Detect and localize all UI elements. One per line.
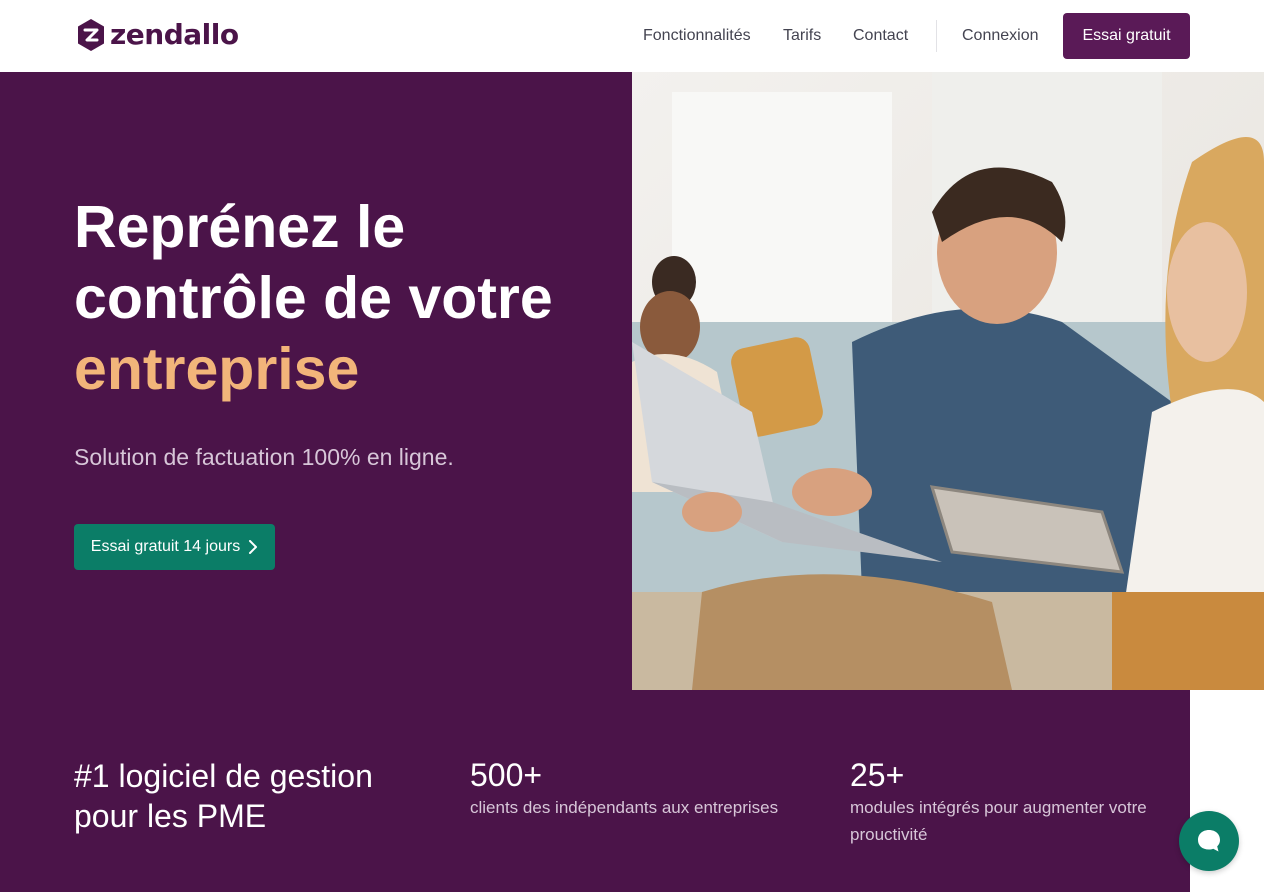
- stats-lead: #1 logiciel de gestion pour les PME: [74, 758, 373, 834]
- stats-section: #1 logiciel de gestion pour les PME 500+…: [0, 690, 1190, 892]
- site-header: zendallo Fonctionnalités Tarifs Contact …: [0, 0, 1264, 72]
- login-link[interactable]: Connexion: [962, 27, 1039, 45]
- hero-title-line-1: Reprénez le: [74, 194, 406, 260]
- nav-divider: [936, 20, 937, 52]
- hero-title-line-2: contrôle de votre: [74, 265, 553, 331]
- hero-photo: [632, 72, 1264, 690]
- hero-section: Reprénez le contrôle de votre entreprise…: [0, 72, 632, 690]
- nav-link-fonctionnalites[interactable]: Fonctionnalités: [643, 27, 751, 45]
- nav-link-contact[interactable]: Contact: [853, 27, 908, 45]
- hero-cta-label: Essai gratuit 14 jours: [90, 538, 241, 555]
- stat-value-modules: 25+: [850, 757, 905, 793]
- hero-cta-button[interactable]: Essai gratuit 14 jours: [74, 524, 275, 570]
- chat-bubble-icon: [1198, 830, 1220, 852]
- hero-title-accent: entreprise: [74, 336, 360, 402]
- hero-photo-illustration: [632, 72, 1264, 690]
- free-trial-button[interactable]: Essai gratuit: [1063, 13, 1190, 59]
- logo-text: zendallo: [110, 18, 239, 51]
- logo[interactable]: zendallo: [76, 18, 239, 52]
- stat-description-modules: modules intégrés pour augmenter votre pr…: [850, 798, 1147, 844]
- chevron-right-icon: [249, 540, 258, 554]
- hero-subtitle: Solution de factuation 100% en ligne.: [74, 444, 454, 470]
- hero-title: Reprénez le contrôle de votre entreprise: [74, 192, 614, 405]
- nav-link-tarifs[interactable]: Tarifs: [783, 27, 821, 45]
- chat-widget-button[interactable]: [1179, 811, 1239, 871]
- logo-mark-icon: [78, 19, 104, 51]
- stat-description-clients: clients des indépendants aux entreprises: [470, 798, 779, 817]
- stat-value-clients: 500+: [470, 757, 543, 793]
